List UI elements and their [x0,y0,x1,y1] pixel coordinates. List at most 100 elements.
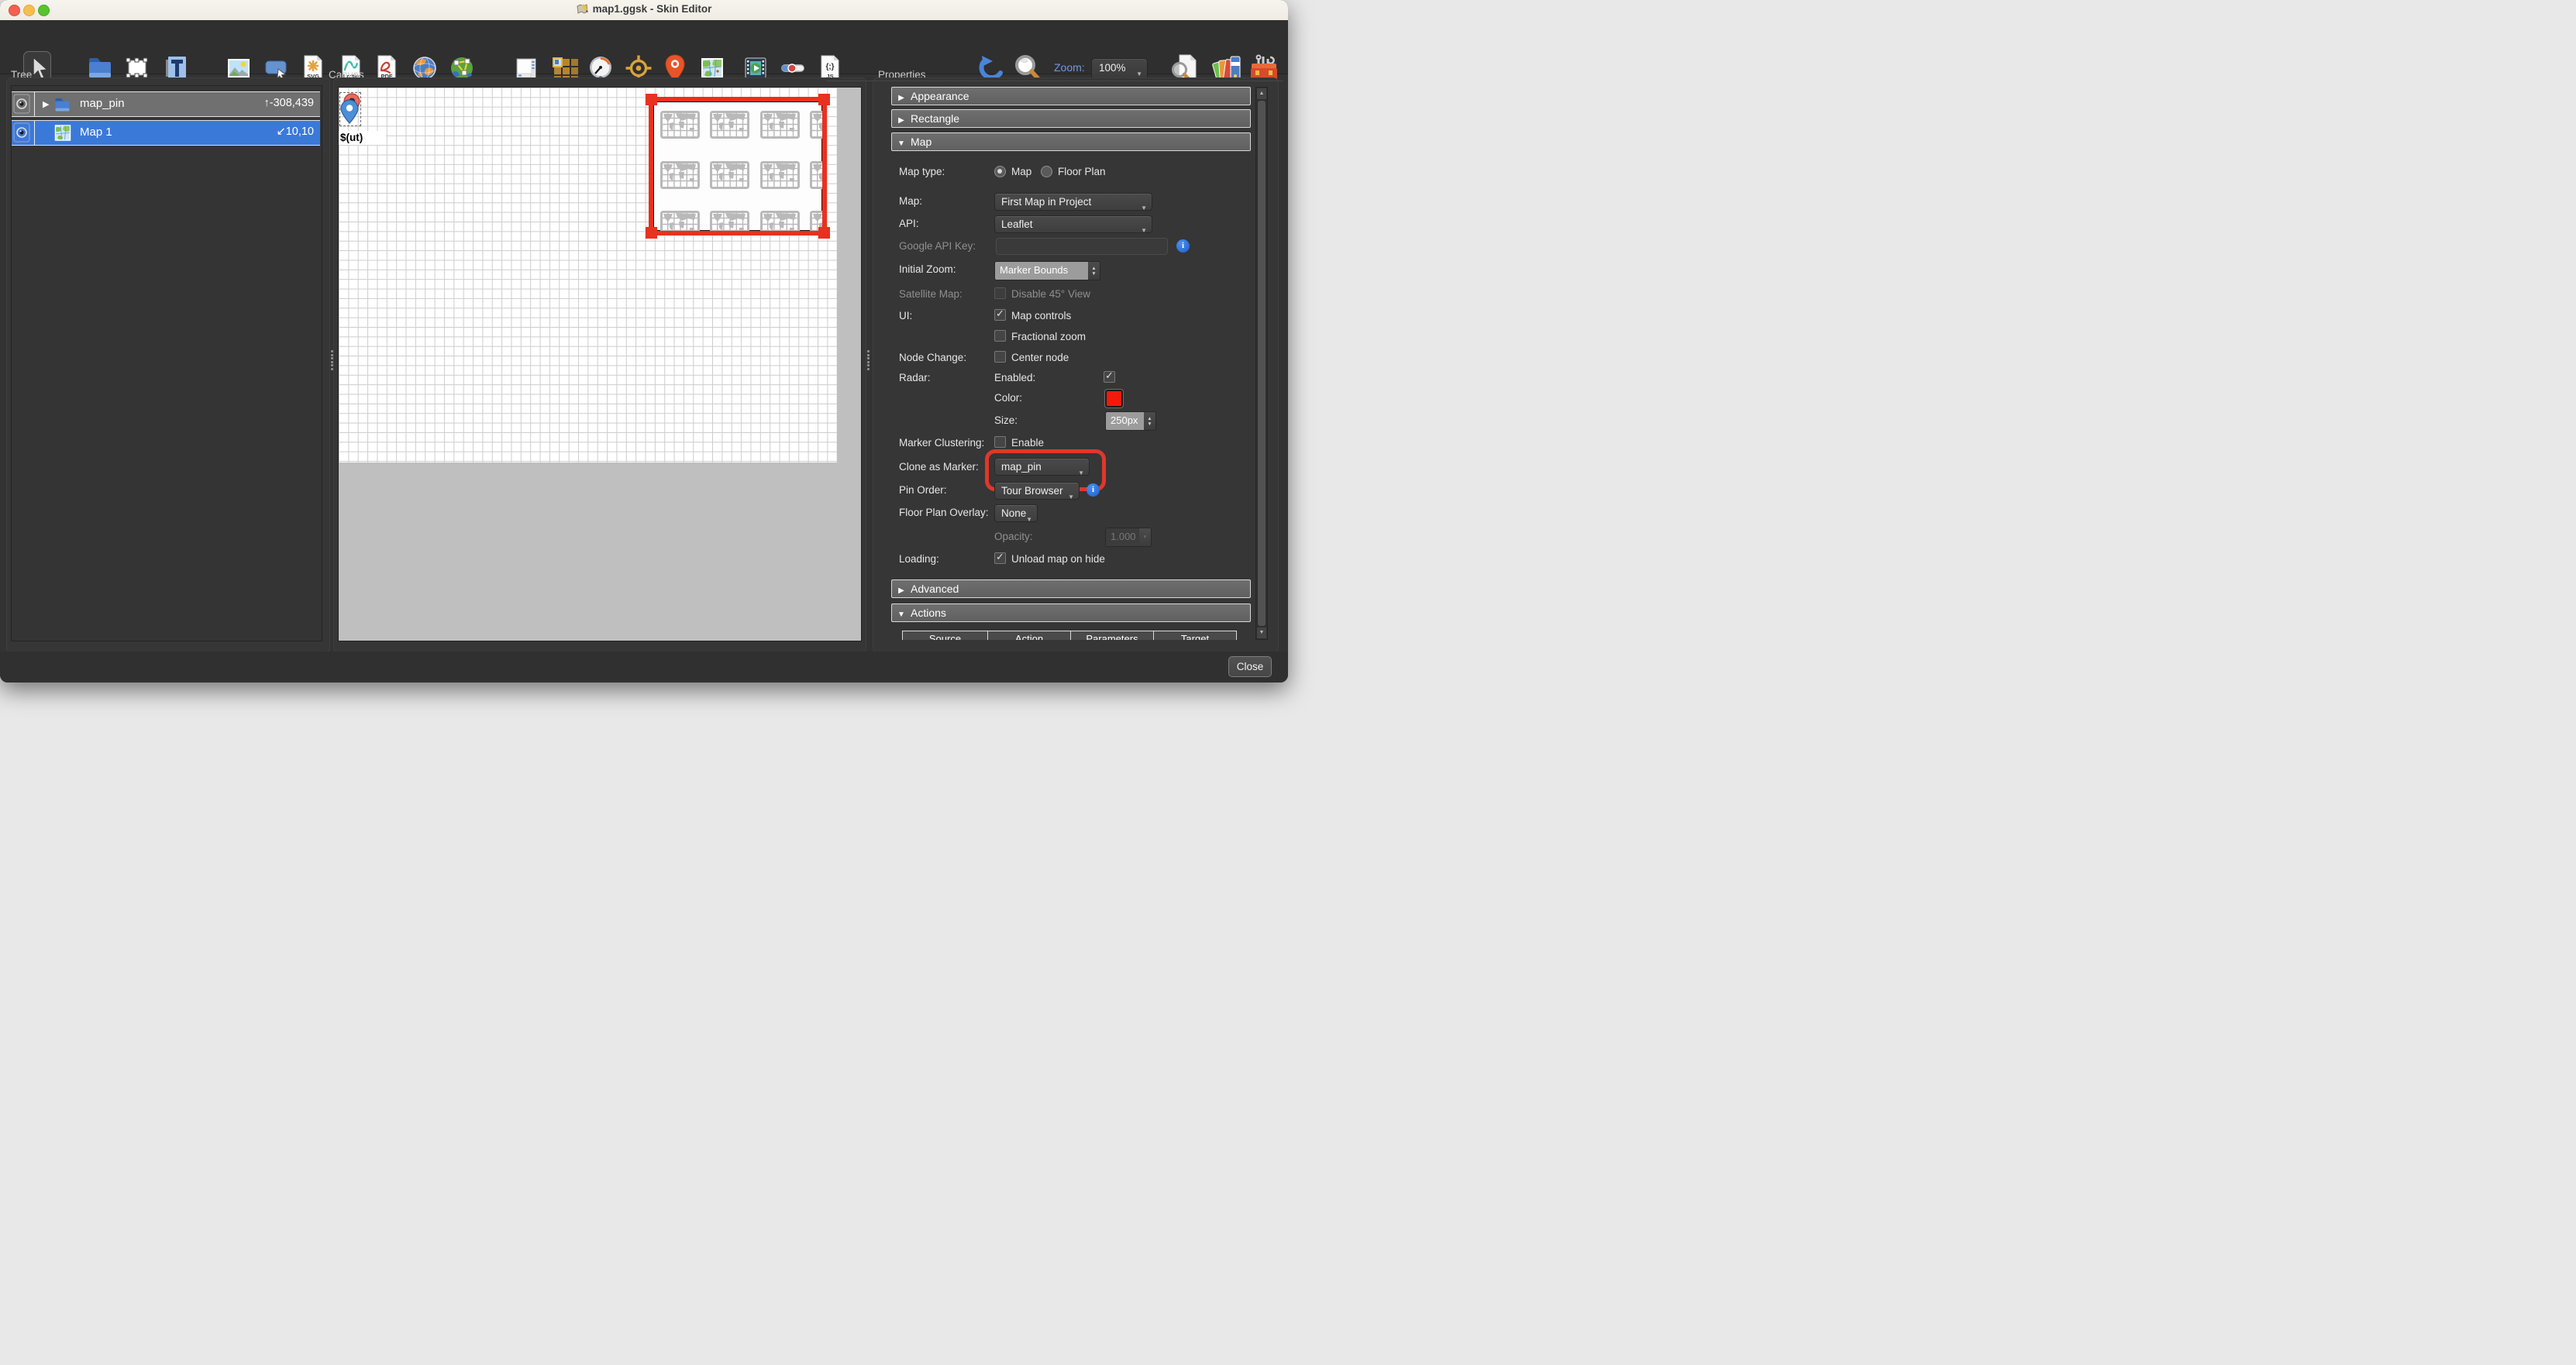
tree-divider [34,121,35,145]
pin-order-select[interactable]: Tour Browser ▼ [994,482,1080,500]
map-label: Map: [899,195,923,207]
svg-text:{;}: {;} [825,63,834,71]
google-api-key-label: Google API Key: [899,240,976,252]
api-label: API: [899,218,919,229]
loading-label: Loading: [899,553,939,565]
fractional-zoom-checkbox[interactable] [994,330,1006,342]
zoom-level-value: 100% [1099,62,1126,74]
pin-order-label: Pin Order: [899,484,947,496]
map-type-label: Map type: [899,166,945,177]
stepper-arrows[interactable]: ▲ ▼ [1088,262,1100,280]
map-element-content [653,101,822,231]
actions-column-action: Action [987,631,1071,640]
map-tile-thumbnail [810,111,822,139]
visibility-toggle[interactable] [13,94,32,115]
step-up-icon[interactable]: ▲ [1091,266,1096,271]
map-controls-option[interactable]: Map controls [1011,310,1071,321]
visibility-toggle[interactable] [13,122,32,143]
eye-icon [13,94,30,114]
expand-chevron-icon[interactable]: ▶ [43,99,49,109]
splitter-handle[interactable] [867,350,870,370]
fractional-zoom-option[interactable]: Fractional zoom [1011,331,1086,342]
resize-handle[interactable] [818,227,830,239]
radar-size-value: 250px [1106,412,1144,430]
map-select-value: First Map in Project [1001,196,1092,208]
map-controls-checkbox[interactable] [994,308,1006,321]
api-select[interactable]: Leaflet ▼ [994,215,1152,234]
initial-zoom-stepper[interactable]: Marker Bounds ▲ ▼ [994,261,1100,280]
section-actions[interactable]: ▼ Actions [891,603,1251,622]
tree-item-label: Map 1 [80,125,112,139]
disable-45-view-checkbox[interactable] [994,287,1006,299]
info-icon[interactable]: i [1087,483,1100,497]
stepper-arrows[interactable]: ▲ ▼ [1144,412,1155,430]
marker-clustering-checkbox[interactable] [994,436,1006,448]
canvas-viewport[interactable]: $(ut) [338,87,862,641]
properties-scrollbar[interactable]: ▲ ▼ [1255,87,1268,640]
map-type-radio-map[interactable] [994,166,1006,177]
step-up-icon[interactable]: ▲ [1147,416,1152,421]
resize-handle[interactable] [646,94,657,105]
map-pin-element[interactable] [339,92,361,126]
document-map-icon [577,4,588,14]
resize-handle[interactable] [646,227,657,239]
map-tile-thumbnail [660,111,700,139]
section-rectangle[interactable]: ▶ Rectangle [891,109,1251,128]
section-label: Rectangle [911,112,960,125]
center-node-option[interactable]: Center node [1011,352,1069,363]
section-label: Appearance [911,90,969,102]
tree-row-map-pin[interactable]: ▶ map_pin ↑-308,439 [12,91,320,117]
floor-plan-overlay-select[interactable]: None ▼ [994,504,1038,523]
map-select[interactable]: First Map in Project ▼ [994,193,1152,211]
marker-clustering-label: Marker Clustering: [899,437,985,449]
map-type-radio-floor-plan[interactable] [1041,166,1052,177]
map-type-option-map[interactable]: Map [1011,166,1031,177]
collapsed-chevron-icon: ▶ [898,116,904,125]
radar-color-swatch[interactable] [1105,390,1123,407]
close-button[interactable]: Close [1228,656,1272,677]
section-label: Map [911,136,932,148]
opacity-stepper[interactable]: 1.000 ▼ [1105,528,1152,547]
center-node-checkbox[interactable] [994,351,1006,363]
api-select-value: Leaflet [1001,218,1033,230]
section-map[interactable]: ▼ Map [891,132,1251,151]
text-element[interactable]: $(ut) [339,131,386,145]
map-tile-thumbnail [710,211,749,231]
map-type-option-floor-plan[interactable]: Floor Plan [1058,166,1106,177]
radar-size-stepper[interactable]: 250px ▲ ▼ [1105,411,1156,431]
titlebar: map1.ggsk - Skin Editor [0,0,1288,21]
map-thumbnail-icon [54,125,71,141]
chevron-down-icon: ▼ [1026,516,1032,523]
scrollbar-thumb[interactable] [1258,101,1266,626]
expanded-chevron-icon: ▼ [897,610,905,619]
radar-enabled-checkbox[interactable] [1104,370,1115,383]
scroll-down-icon[interactable]: ▼ [1257,627,1266,638]
resize-handle[interactable] [818,94,830,105]
map-element[interactable] [646,94,830,239]
floor-plan-overlay-value: None [1001,507,1027,519]
step-down-icon[interactable]: ▼ [1091,271,1096,277]
unload-map-option[interactable]: Unload map on hide [1011,553,1105,565]
section-label: Actions [911,607,946,619]
tree-row-map-1[interactable]: Map 1 ↙10,10 [12,120,320,146]
marker-clustering-option[interactable]: Enable [1011,437,1044,449]
app-window: map1.ggsk - Skin Editor SVG Lottie PDF {… [0,0,1288,682]
chevron-down-icon: ▼ [1068,493,1074,500]
map-tile-thumbnail [660,211,700,231]
scroll-up-icon[interactable]: ▲ [1257,88,1266,99]
chevron-down-icon: ▼ [1141,227,1147,234]
step-down-icon: ▼ [1142,535,1148,540]
google-api-key-input[interactable] [996,238,1168,255]
info-icon[interactable]: i [1176,239,1190,253]
actions-column-target: Target [1153,631,1237,640]
folder-icon [55,98,70,112]
step-down-icon[interactable]: ▼ [1147,421,1152,427]
tree-item-position: ↙10,10 [276,125,314,138]
section-appearance[interactable]: ▶ Appearance [891,87,1251,105]
disable-45-view-option: Disable 45° View [1011,288,1090,300]
unload-map-checkbox[interactable] [994,551,1006,564]
skin-canvas-document[interactable]: $(ut) [339,88,837,462]
ui-label: UI: [899,310,913,321]
section-advanced[interactable]: ▶ Advanced [891,579,1251,598]
radar-color-label: Color: [994,392,1023,404]
